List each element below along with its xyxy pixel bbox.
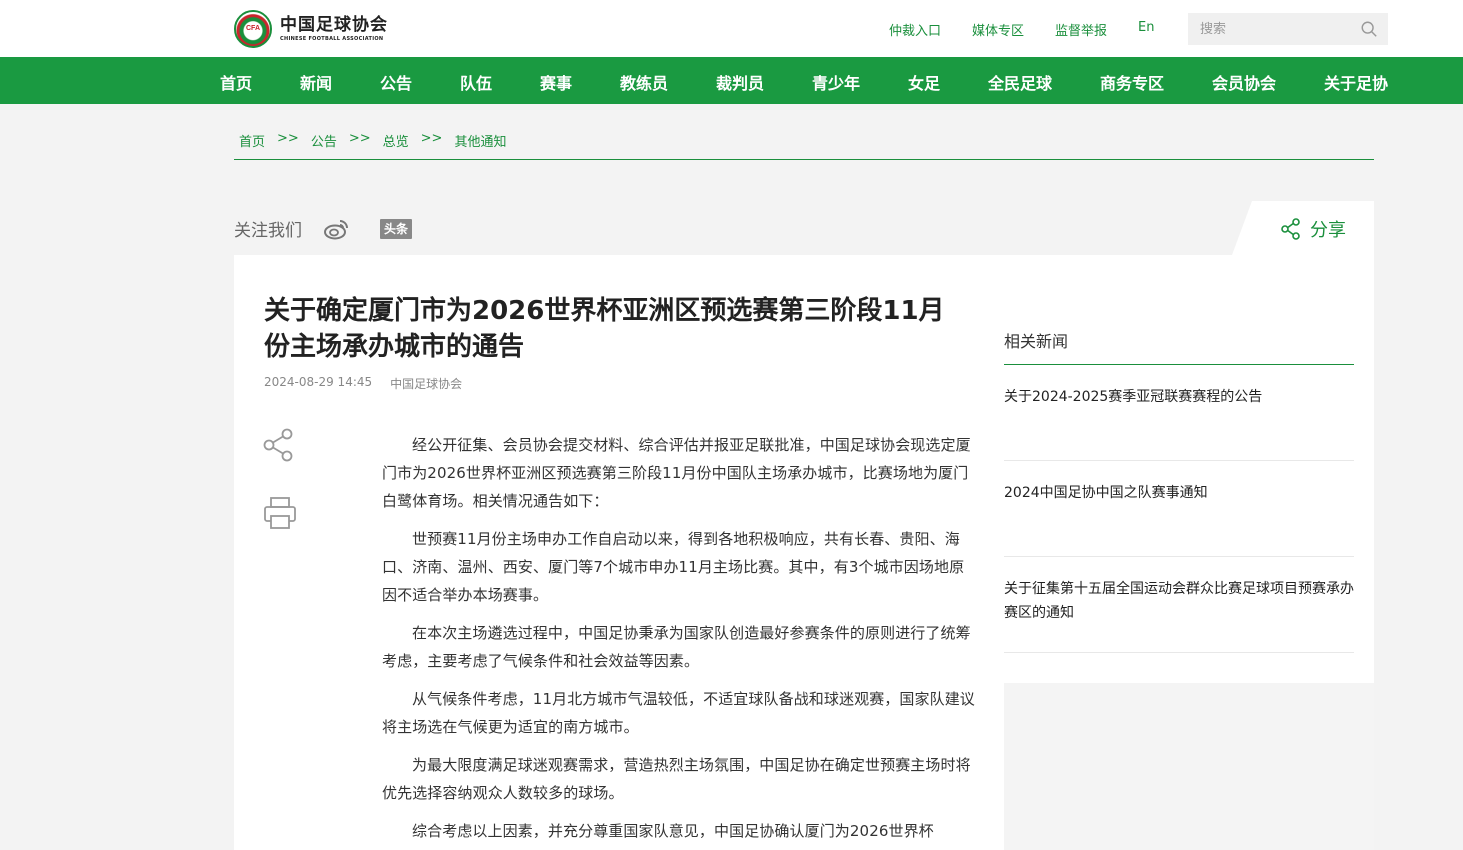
article-paragraph: 为最大限度满足球迷观赛需求，营造热烈主场氛围，中国足协在确定世预赛主场时将优先选… [382,756,971,802]
article-paragraph: 从气候条件考虑，11月北方城市气温较低，不适宜球队备战和球迷观赛，国家队建议将主… [382,690,975,736]
search-box [1188,13,1388,45]
nav-business[interactable]: 商务专区 [1100,70,1164,94]
cfa-badge-icon: CFA [234,10,272,48]
breadcrumb-separator: >> [420,131,443,146]
share-label: 分享 [1310,220,1346,241]
background-decoration [1004,683,1374,850]
nav-members[interactable]: 会员协会 [1212,70,1276,94]
related-news-item[interactable]: 关于2024-2025赛季亚冠联赛赛程的公告 [1004,365,1354,461]
breadcrumb-other-notices[interactable]: 其他通知 [454,131,506,150]
breadcrumb-home[interactable]: 首页 [239,131,265,150]
related-news-item[interactable]: 关于征集第十五届全国运动会群众比赛足球项目预赛承办赛区的通知 [1004,557,1354,653]
link-report[interactable]: 监督举报 [1055,20,1107,39]
article-paragraph: 在本次主场遴选过程中，中国足协秉承为国家队创造最好参赛条件的原则进行了统筹考虑，… [382,624,971,670]
main-nav: 首页 新闻 公告 队伍 赛事 教练员 裁判员 青少年 女足 全民足球 商务专区 … [0,57,1463,104]
nav-women[interactable]: 女足 [908,70,940,94]
nav-news[interactable]: 新闻 [300,70,332,94]
share-icon [1281,218,1300,240]
nav-grassroots[interactable]: 全民足球 [988,70,1052,94]
breadcrumb: 首页 >> 公告 >> 总览 >> 其他通知 [234,131,1374,160]
article-body: 经公开征集、会员协会提交材料、综合评估并报亚足联批准，中国足球协会现选定厦门市为… [382,431,978,850]
search-icon[interactable] [1360,20,1378,38]
link-arbitration[interactable]: 仲裁入口 [889,20,941,39]
nav-announcements[interactable]: 公告 [380,70,412,94]
breadcrumb-announcements[interactable]: 公告 [311,131,337,150]
link-media[interactable]: 媒体专区 [972,20,1024,39]
nav-about[interactable]: 关于足协 [1324,70,1388,94]
toutiao-icon[interactable]: 头条 [380,218,413,239]
follow-label: 关注我们 [234,221,302,241]
breadcrumb-separator: >> [277,131,299,146]
logo-title: 中国足球协会 [280,14,388,35]
nav-teams[interactable]: 队伍 [460,70,492,94]
breadcrumb-separator: >> [348,131,371,146]
weibo-icon[interactable] [324,218,350,240]
article-meta: 2024-08-29 14:45 中国足球协会 [264,375,462,392]
nav-home[interactable]: 首页 [220,70,252,94]
follow-us: 关注我们 头条 [234,216,413,241]
breadcrumb-overview[interactable]: 总览 [383,131,409,150]
nav-coaches[interactable]: 教练员 [620,70,668,94]
top-header: CFA 中国足球协会 CHINESE FOOTBALL ASSOCIATION … [0,0,1463,57]
search-input[interactable] [1188,13,1348,45]
share-tab[interactable]: 分享 [1232,201,1374,255]
article-title: 关于确定厦门市为2026世界杯亚洲区预选赛第三阶段11月份主场承办城市的通告 [264,296,945,362]
article-paragraph: 经公开征集、会员协会提交材料、综合评估并报亚足联批准，中国足球协会现选定厦门市为… [382,436,971,510]
share-icon[interactable] [262,428,296,462]
related-news-item[interactable]: 2024中国足协中国之队赛事通知 [1004,461,1354,557]
article-paragraph: 综合考虑以上因素，并充分尊重国家队意见，中国足协确认厦门为2026世界杯 [412,822,934,840]
top-links: 仲裁入口 媒体专区 监督举报 En [889,20,1186,39]
article-date: 2024-08-29 14:45 [264,375,373,389]
related-news: 相关新闻 关于2024-2025赛季亚冠联赛赛程的公告 2024中国足协中国之队… [1004,328,1354,653]
link-english[interactable]: En [1138,20,1154,39]
nav-competitions[interactable]: 赛事 [540,70,572,94]
nav-referees[interactable]: 裁判员 [716,70,764,94]
logo-subtitle: CHINESE FOOTBALL ASSOCIATION [280,35,384,42]
cfa-logo[interactable]: CFA 中国足球协会 CHINESE FOOTBALL ASSOCIATION [234,10,388,48]
related-news-title: 相关新闻 [1004,328,1354,365]
article-paragraph: 世预赛11月份主场申办工作自启动以来，得到各地积极响应，共有长春、贵阳、海口、济… [382,530,965,604]
article-source: 中国足球协会 [390,377,463,391]
print-icon[interactable] [262,495,298,531]
nav-youth[interactable]: 青少年 [812,70,860,94]
